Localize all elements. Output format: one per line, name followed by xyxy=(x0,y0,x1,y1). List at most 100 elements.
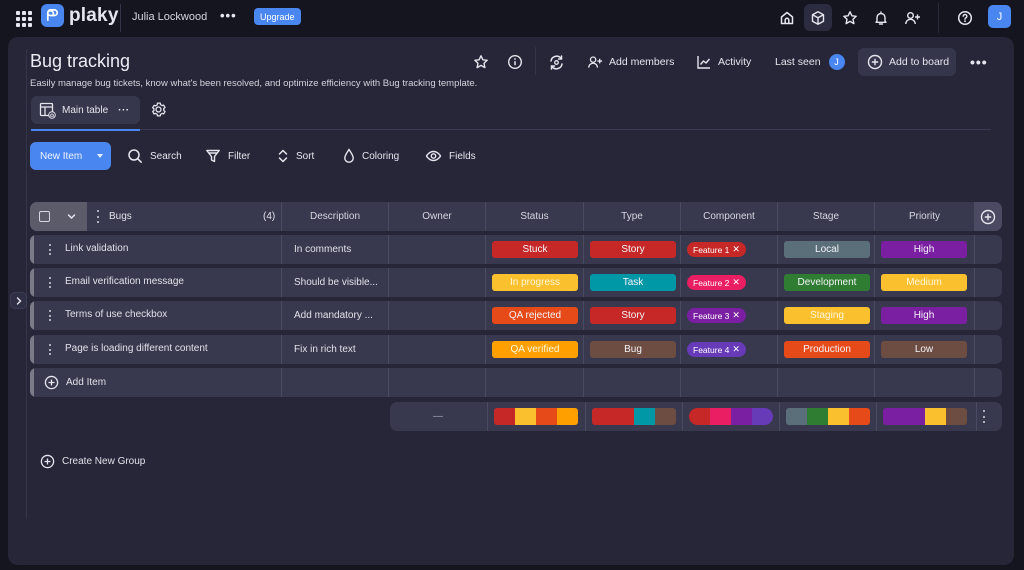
row-menu-icon[interactable] xyxy=(46,243,54,256)
select-all-checkbox[interactable] xyxy=(39,211,50,222)
add-item-button[interactable]: Add Item xyxy=(44,375,106,390)
priority-label[interactable]: High xyxy=(881,307,967,324)
row-menu-icon[interactable] xyxy=(46,309,54,322)
column-header-description[interactable]: Description xyxy=(281,202,388,231)
table-row[interactable]: Email verification message Should be visi… xyxy=(30,268,1002,297)
column-header-type[interactable]: Type xyxy=(583,202,680,231)
boards-cube-icon[interactable] xyxy=(804,4,832,31)
add-to-board-button[interactable]: Add to board xyxy=(858,48,956,76)
type-label[interactable]: Story xyxy=(590,307,676,324)
column-header-priority[interactable]: Priority xyxy=(874,202,974,231)
plus-circle-icon xyxy=(980,209,996,224)
type-label[interactable]: Bug xyxy=(590,341,676,358)
item-name[interactable]: Terms of use checkbox xyxy=(65,309,167,320)
column-header-owner[interactable]: Owner xyxy=(388,202,485,231)
stage-label[interactable]: Local xyxy=(784,241,870,258)
sort-button[interactable]: Sort xyxy=(277,148,314,164)
fields-button[interactable]: Fields xyxy=(425,148,476,164)
filter-button[interactable]: Filter xyxy=(205,148,250,164)
type-distribution-bar[interactable] xyxy=(592,408,676,425)
stage-label[interactable]: Production xyxy=(784,341,870,358)
description-cell[interactable]: Fix in rich text xyxy=(281,335,388,364)
group-drag-handle-icon[interactable] xyxy=(97,210,100,223)
distribution-segment xyxy=(613,408,634,425)
owner-cell[interactable] xyxy=(388,335,485,364)
component-tag[interactable]: Feature 3 ✕ xyxy=(687,308,746,323)
table-row[interactable]: Page is loading different content Fix in … xyxy=(30,335,1002,364)
stage-distribution-bar[interactable] xyxy=(786,408,870,425)
workspace-more-icon[interactable]: ••• xyxy=(220,8,237,23)
owner-cell[interactable] xyxy=(388,235,485,264)
stage-label[interactable]: Development xyxy=(784,274,870,291)
item-name[interactable]: Link validation xyxy=(65,243,128,254)
board-more-icon[interactable]: ••• xyxy=(970,54,988,70)
row-menu-icon[interactable] xyxy=(46,343,54,356)
favorite-star-icon[interactable] xyxy=(473,51,489,73)
description-cell[interactable]: Add mandatory ... xyxy=(281,301,388,330)
add-members-button[interactable]: Add members xyxy=(587,51,674,73)
component-tag[interactable]: Feature 1 ✕ xyxy=(687,242,746,257)
create-new-group-button[interactable]: Create New Group xyxy=(40,454,145,469)
board-title[interactable]: Bug tracking xyxy=(30,51,130,72)
view-settings-gear-icon[interactable] xyxy=(150,101,167,118)
add-column-button[interactable] xyxy=(974,202,1002,231)
table-row[interactable]: Link validation In comments Stuck Story Feat… xyxy=(30,235,1002,264)
home-icon[interactable] xyxy=(773,4,801,31)
type-label[interactable]: Task xyxy=(590,274,676,291)
status-label[interactable]: Stuck xyxy=(492,241,578,258)
add-person-icon[interactable] xyxy=(898,4,926,31)
component-tag[interactable]: Feature 2 ✕ xyxy=(687,275,746,290)
sync-icon[interactable] xyxy=(548,51,565,73)
group-name[interactable]: Bugs xyxy=(109,211,132,222)
activity-button[interactable]: Activity xyxy=(696,51,751,73)
help-icon[interactable] xyxy=(951,4,979,31)
search-button[interactable]: Search xyxy=(127,148,182,164)
tab-main-table[interactable]: Main table ··· xyxy=(31,96,140,124)
status-label[interactable]: QA verified xyxy=(492,341,578,358)
remove-tag-icon[interactable]: ✕ xyxy=(732,310,740,321)
summary-status xyxy=(487,402,585,431)
caret-down-icon[interactable] xyxy=(97,154,103,158)
new-item-button[interactable]: New Item xyxy=(30,142,111,170)
remove-tag-icon[interactable]: ✕ xyxy=(732,277,740,288)
column-header-status[interactable]: Status xyxy=(485,202,583,231)
star-icon[interactable] xyxy=(836,4,864,31)
description-cell[interactable]: Should be visible... xyxy=(281,268,388,297)
owner-cell[interactable] xyxy=(388,301,485,330)
tab-more-icon[interactable]: ··· xyxy=(118,105,130,116)
priority-label[interactable]: High xyxy=(881,241,967,258)
priority-distribution-bar[interactable] xyxy=(883,408,967,425)
remove-tag-icon[interactable]: ✕ xyxy=(732,244,740,255)
sidebar-expand-button[interactable] xyxy=(10,292,27,309)
table-row[interactable]: Terms of use checkbox Add mandatory ... QA… xyxy=(30,301,1002,330)
item-name[interactable]: Email verification message xyxy=(65,276,184,287)
status-label[interactable]: In progress xyxy=(492,274,578,291)
type-label[interactable]: Story xyxy=(590,241,676,258)
summary-more-icon[interactable] xyxy=(983,410,987,423)
column-header-stage[interactable]: Stage xyxy=(777,202,874,231)
component-tag[interactable]: Feature 4 ✕ xyxy=(687,342,746,357)
priority-label[interactable]: Low xyxy=(881,341,967,358)
coloring-button[interactable]: Coloring xyxy=(343,148,399,164)
status-label[interactable]: QA rejected xyxy=(492,307,578,324)
workspace-name[interactable]: Julia Lockwood xyxy=(132,11,207,23)
user-avatar[interactable]: J xyxy=(988,5,1011,28)
owner-cell[interactable] xyxy=(388,268,485,297)
last-seen-button[interactable]: Last seen J xyxy=(775,51,845,73)
info-icon[interactable] xyxy=(507,51,523,73)
column-header-component[interactable]: Component xyxy=(680,202,777,231)
stage-label[interactable]: Staging xyxy=(784,307,870,324)
row-menu-icon[interactable] xyxy=(46,276,54,289)
remove-tag-icon[interactable]: ✕ xyxy=(732,344,740,355)
bell-icon[interactable] xyxy=(867,4,895,31)
upgrade-button[interactable]: Upgrade xyxy=(254,8,301,25)
component-distribution-bar[interactable] xyxy=(689,408,773,425)
item-name[interactable]: Page is loading different content xyxy=(65,343,208,354)
plaky-logo[interactable]: plaky xyxy=(41,4,119,27)
priority-label[interactable]: Medium xyxy=(881,274,967,291)
last-seen-label: Last seen xyxy=(775,56,821,68)
chevron-down-icon[interactable] xyxy=(66,211,77,222)
apps-grid-icon[interactable] xyxy=(14,9,32,27)
status-distribution-bar[interactable] xyxy=(494,408,578,425)
description-cell[interactable]: In comments xyxy=(281,235,388,264)
